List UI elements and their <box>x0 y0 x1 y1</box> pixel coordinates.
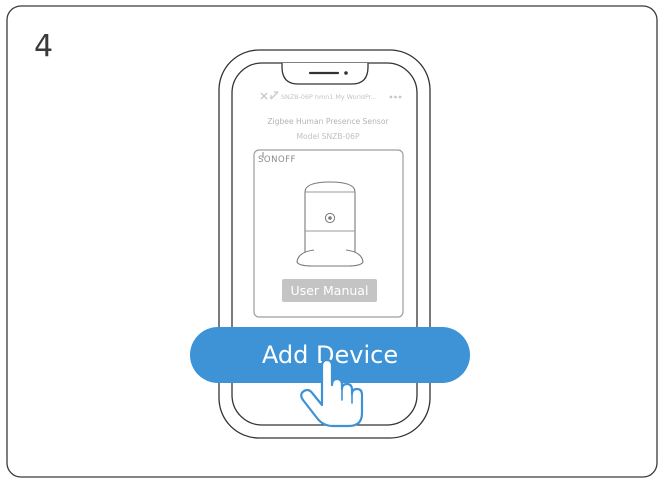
instruction-step-panel: 4 SNZB-06P hmn1 My WorldPr... Zigbee Hum… <box>0 0 665 483</box>
tap-hand-icon <box>300 358 364 428</box>
pointer-layer <box>300 358 364 428</box>
